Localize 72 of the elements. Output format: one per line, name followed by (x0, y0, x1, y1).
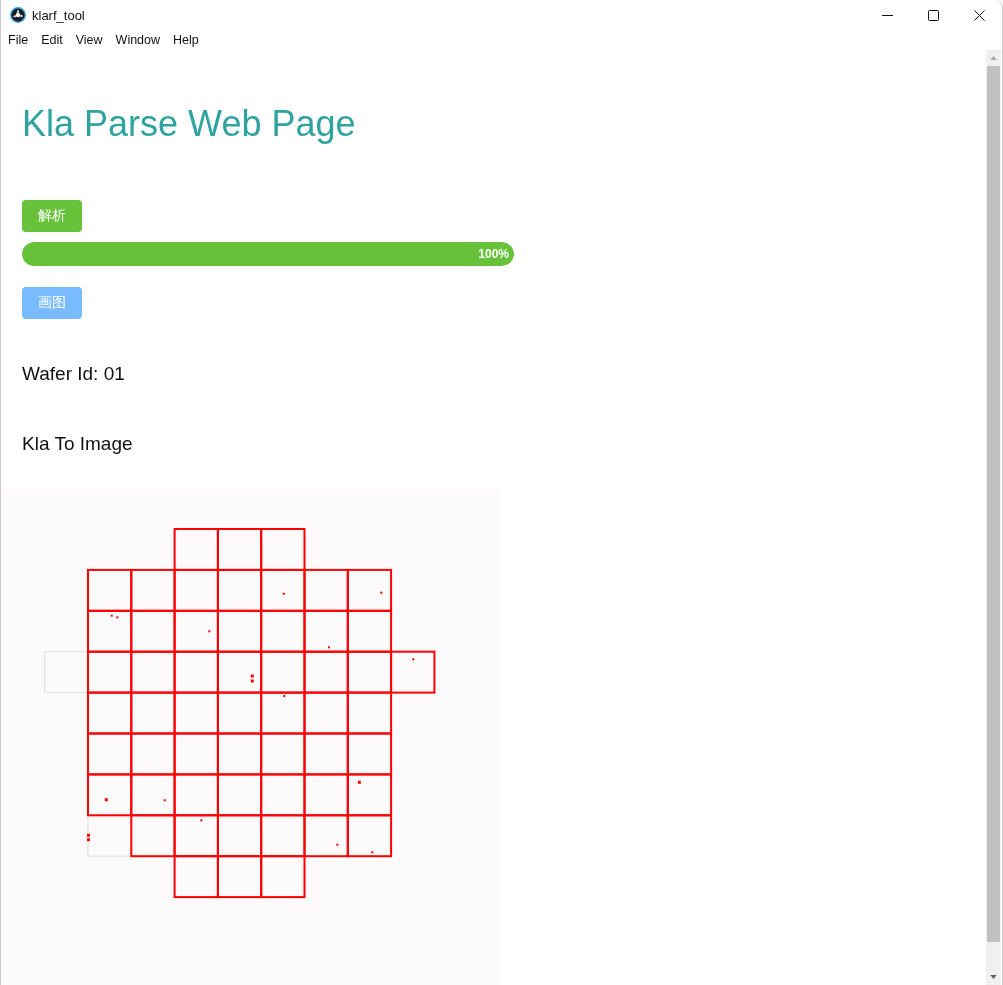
die-cell (260, 732, 306, 776)
die-cell (130, 650, 176, 694)
die-cell (87, 691, 133, 735)
die-cell (260, 568, 306, 612)
die-cell (303, 650, 349, 694)
die-cell (130, 609, 176, 653)
window-title: klarf_tool (32, 7, 85, 23)
scroll-down-icon[interactable] (990, 975, 997, 979)
die-cell (303, 568, 349, 612)
die-cell (216, 855, 263, 899)
page-title: Kla Parse Web Page (22, 102, 356, 146)
die-cell (346, 814, 393, 858)
die-cell (346, 568, 393, 612)
die-cell (130, 773, 176, 817)
die-cell (173, 814, 219, 858)
die-cell (260, 773, 306, 817)
die-cell (216, 814, 263, 858)
die-cell (87, 650, 133, 694)
die-cell (216, 528, 263, 571)
die-cell (173, 855, 219, 899)
die-cell (260, 691, 306, 735)
die-cell (216, 691, 263, 735)
die-cell (87, 568, 133, 612)
die-cell (390, 650, 436, 694)
die-cell (346, 691, 393, 735)
die-cell (173, 568, 219, 612)
die-cell (216, 732, 263, 776)
die-cell (303, 814, 349, 858)
die-cell (130, 814, 176, 858)
die-cell (303, 732, 349, 776)
die-cell (216, 609, 263, 653)
die-cell (87, 773, 133, 817)
die-cell (173, 650, 219, 694)
close-icon (973, 9, 985, 21)
die-cell (303, 609, 349, 653)
die-cell (130, 732, 176, 776)
die-cell (173, 691, 219, 735)
die-cell (44, 651, 89, 694)
die-cell (87, 609, 133, 653)
die-cell (173, 732, 219, 776)
progress-reading: 100% (478, 247, 509, 261)
die-cell (260, 650, 306, 694)
maximize-icon (927, 9, 939, 21)
die-cell (260, 528, 306, 571)
app-icon (10, 7, 26, 23)
die-cell (173, 773, 219, 817)
die-cell (303, 691, 349, 735)
menu-item[interactable]: Window (109, 31, 168, 49)
scroll-up-icon[interactable] (990, 56, 997, 60)
menu-item[interactable]: Edit (35, 31, 70, 49)
die-cell (346, 650, 393, 694)
die-cell (216, 773, 263, 817)
die-cell (216, 650, 263, 694)
die-cell (173, 528, 219, 571)
die-cell (260, 609, 306, 653)
die-cell (87, 732, 133, 776)
die-cell (130, 691, 176, 735)
die-cell (130, 568, 176, 612)
die-cell (260, 855, 306, 899)
menu-item[interactable]: View (69, 31, 110, 49)
die-cell (346, 773, 393, 817)
wafer-id-label: Wafer Id: 01 (22, 362, 125, 386)
die-cell (216, 568, 263, 612)
die-cell (346, 609, 393, 653)
menu-item[interactable]: File (2, 31, 36, 49)
die-cell (303, 773, 349, 817)
die-cell (260, 814, 306, 858)
section-title: Kla To Image (22, 432, 133, 456)
die-cell (173, 609, 219, 653)
menu-item[interactable]: Help (167, 31, 206, 49)
scrollbar-thumb[interactable] (987, 66, 1000, 942)
die-cell (346, 732, 393, 776)
